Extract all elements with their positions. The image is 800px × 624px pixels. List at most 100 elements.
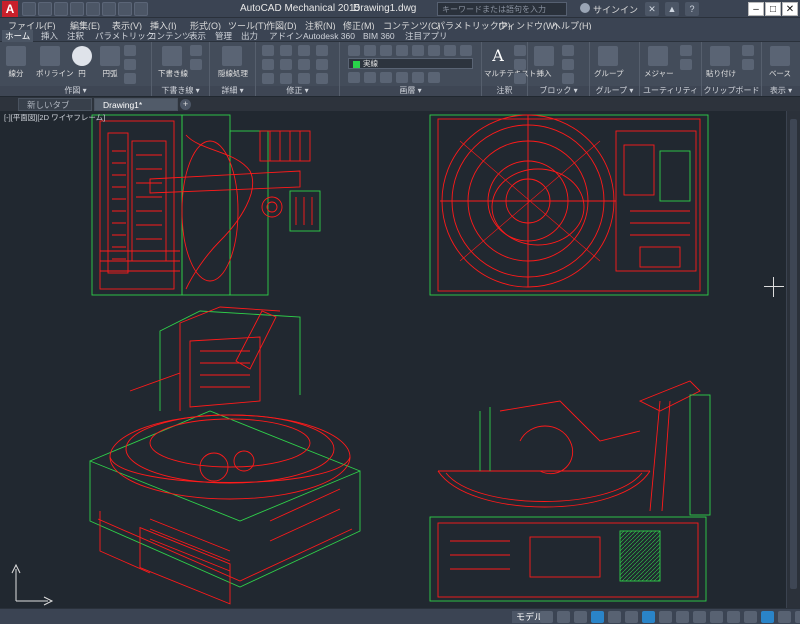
table-icon[interactable] [514,73,526,84]
measure-button[interactable]: メジャー [644,46,674,79]
tab-new-tab[interactable]: 新しいタブ [18,98,92,111]
viewport-controls[interactable]: [-][平面図][2D ワイヤフレーム] [4,112,105,123]
save-as-icon[interactable] [70,2,84,16]
tab-manage[interactable]: 管理 [212,30,235,42]
panel-utility-title[interactable]: ユーティリティ ▾ [640,86,701,105]
isodraft-icon[interactable] [608,611,621,623]
panel-block-title[interactable]: ブロック ▾ [528,86,589,96]
panel-group-title[interactable]: グループ ▾ [590,86,639,96]
layer-state-icon[interactable] [396,72,408,83]
array-icon[interactable] [298,73,310,84]
trim-icon[interactable] [298,45,310,56]
create-block-icon[interactable] [562,45,574,56]
tab-bim360[interactable]: BIM 360 [360,30,398,42]
erase-icon[interactable] [316,45,328,56]
tab-insert[interactable]: 挿入 [38,30,61,42]
layer-lock-icon[interactable] [380,45,392,56]
mirror-icon[interactable] [280,59,292,70]
object-snap-icon[interactable] [642,611,655,623]
exchange-icon[interactable]: ✕ [645,2,659,16]
close-button[interactable]: ✕ [782,2,798,16]
cut-icon[interactable] [742,59,754,70]
lineweight-icon[interactable] [659,611,672,623]
polyline-button[interactable]: ポリライン [36,46,74,79]
stretch-icon[interactable] [262,73,274,84]
workspace-icon[interactable] [134,2,148,16]
layer-dropdown[interactable]: 実線 [348,58,473,69]
isolate-objects-icon[interactable] [778,611,791,623]
maximize-button[interactable]: □ [765,2,781,16]
scale-icon[interactable] [280,73,292,84]
layer-walk-icon[interactable] [348,72,360,83]
tab-view[interactable]: 表示 [186,30,209,42]
scrollbar-thumb[interactable] [790,119,797,589]
dimension-icon[interactable] [514,45,526,56]
panel-draw-title[interactable]: 作図 ▾ [0,86,151,96]
layer-merge-icon[interactable] [364,72,376,83]
calculator-icon[interactable] [680,59,692,70]
line-button[interactable]: 線分 [2,46,30,79]
layer-prev-icon[interactable] [412,45,424,56]
polar-icon[interactable] [591,611,604,623]
tab-output[interactable]: 出力 [238,30,261,42]
object-snap-tracking-icon[interactable] [625,611,638,623]
copy-clip-icon[interactable] [742,45,754,56]
panel-view-title[interactable]: 表示 ▾ [762,86,800,96]
layer-color-icon[interactable] [396,45,408,56]
save-icon[interactable] [54,2,68,16]
arc-button[interactable]: 円弧 [96,46,124,79]
panel-construction-title[interactable]: 下書き線 ▾ [152,86,209,96]
new-file-icon[interactable] [22,2,36,16]
units-icon[interactable] [744,611,757,623]
layer-delete-icon[interactable] [380,72,392,83]
annotation-scale-icon[interactable] [710,611,723,623]
vertical-scrollbar[interactable] [786,111,800,608]
tab-drawing1[interactable]: Drawing1* [94,98,178,111]
minimize-button[interactable]: – [748,2,764,16]
snap-icon[interactable] [557,611,570,623]
move-icon[interactable] [262,45,274,56]
explode-icon[interactable] [316,59,328,70]
layer-props-icon[interactable] [412,72,424,83]
rectangle-icon[interactable] [124,45,136,56]
paste-button[interactable]: 貼り付け [706,46,736,79]
add-tab-button[interactable]: + [180,99,191,110]
layer-on-icon[interactable] [348,45,360,56]
search-input[interactable]: キーワードまたは語句を入力 [437,2,567,16]
ellipse-icon[interactable] [124,73,136,84]
layer-iso-icon[interactable] [428,45,440,56]
hidden-line-button[interactable]: 隠線処理 [218,46,248,79]
insert-block-button[interactable]: 挿入 [530,46,558,79]
rotate-icon[interactable] [280,45,292,56]
construction-line-button[interactable]: 下書き線 [158,46,188,79]
circle-button[interactable]: 円 [68,46,96,79]
tab-featured[interactable]: 注目アプリ [402,30,451,42]
layer-freeze-icon[interactable] [364,45,376,56]
help-icon[interactable]: ? [685,2,699,16]
tab-autodesk360[interactable]: Autodesk 360 [300,30,358,42]
ray-icon[interactable] [190,59,202,70]
xline-icon[interactable] [190,45,202,56]
leader-icon[interactable] [514,59,526,70]
clean-screen-icon[interactable] [795,611,800,623]
tab-home[interactable]: ホーム [2,30,34,42]
layer-unisolate-icon[interactable] [428,72,440,83]
open-file-icon[interactable] [38,2,52,16]
ortho-icon[interactable] [574,611,587,623]
panel-clipboard-title[interactable]: クリップボード [702,86,761,96]
transparency-icon[interactable] [676,611,689,623]
panel-annotation-title[interactable]: 注釈 [482,86,527,96]
base-view-button[interactable]: ベース [766,46,794,79]
tab-annotate[interactable]: 注釈 [64,30,87,42]
mtext-button[interactable]: A マルチテキスト [484,46,536,79]
panel-layer-title[interactable]: 画層 ▾ [340,86,481,96]
layer-match-icon[interactable] [460,45,472,56]
copy-icon[interactable] [262,59,274,70]
workspace-switch-icon[interactable] [727,611,740,623]
panel-detail-title[interactable]: 詳細 ▾ [210,86,255,96]
user-icon[interactable] [580,3,590,13]
fillet-icon[interactable] [298,59,310,70]
drawing-area[interactable]: [-][平面図][2D ワイヤフレーム] [0,111,786,608]
signin-button[interactable]: サインイン [593,3,638,16]
selection-cycling-icon[interactable] [693,611,706,623]
